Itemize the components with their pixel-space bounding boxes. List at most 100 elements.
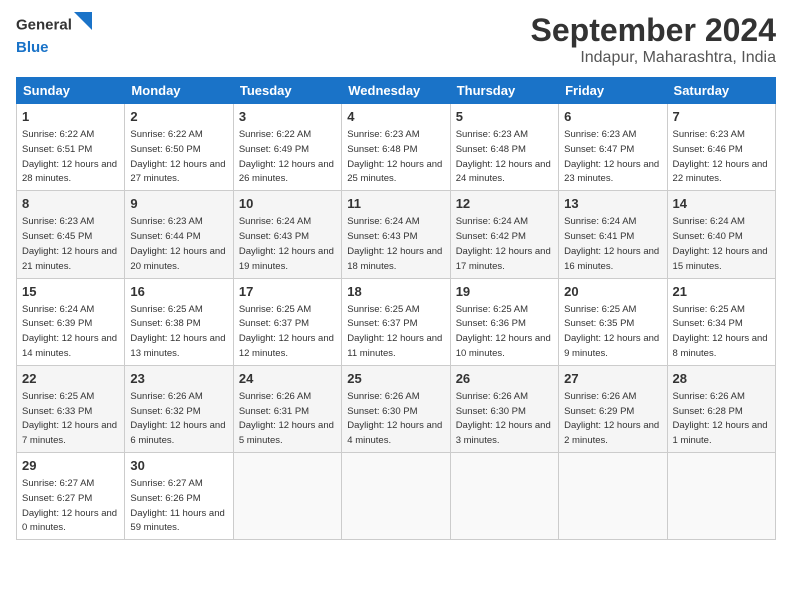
day-info: Sunrise: 6:25 AMSunset: 6:33 PMDaylight:… (22, 391, 117, 446)
table-row: 24 Sunrise: 6:26 AMSunset: 6:31 PMDaylig… (233, 365, 341, 452)
day-number: 9 (130, 195, 227, 213)
day-number: 14 (673, 195, 770, 213)
calendar-row: 1 Sunrise: 6:22 AMSunset: 6:51 PMDayligh… (17, 104, 776, 191)
day-number: 16 (130, 283, 227, 301)
day-number: 20 (564, 283, 661, 301)
day-info: Sunrise: 6:24 AMSunset: 6:39 PMDaylight:… (22, 304, 117, 359)
table-row: 30 Sunrise: 6:27 AMSunset: 6:26 PMDaylig… (125, 453, 233, 540)
day-info: Sunrise: 6:27 AMSunset: 6:26 PMDaylight:… (130, 478, 224, 533)
day-info: Sunrise: 6:26 AMSunset: 6:32 PMDaylight:… (130, 391, 225, 446)
table-row: 22 Sunrise: 6:25 AMSunset: 6:33 PMDaylig… (17, 365, 125, 452)
day-number: 23 (130, 370, 227, 388)
day-info: Sunrise: 6:23 AMSunset: 6:45 PMDaylight:… (22, 216, 117, 271)
day-info: Sunrise: 6:26 AMSunset: 6:31 PMDaylight:… (239, 391, 334, 446)
table-row: 29 Sunrise: 6:27 AMSunset: 6:27 PMDaylig… (17, 453, 125, 540)
day-info: Sunrise: 6:25 AMSunset: 6:37 PMDaylight:… (239, 304, 334, 359)
header-row: Sunday Monday Tuesday Wednesday Thursday… (17, 78, 776, 104)
day-number: 4 (347, 108, 444, 126)
table-row: 14 Sunrise: 6:24 AMSunset: 6:40 PMDaylig… (667, 191, 775, 278)
day-info: Sunrise: 6:22 AMSunset: 6:49 PMDaylight:… (239, 129, 334, 184)
day-number: 18 (347, 283, 444, 301)
day-number: 3 (239, 108, 336, 126)
day-number: 6 (564, 108, 661, 126)
calendar-row: 15 Sunrise: 6:24 AMSunset: 6:39 PMDaylig… (17, 278, 776, 365)
table-row: 9 Sunrise: 6:23 AMSunset: 6:44 PMDayligh… (125, 191, 233, 278)
table-row: 21 Sunrise: 6:25 AMSunset: 6:34 PMDaylig… (667, 278, 775, 365)
day-number: 13 (564, 195, 661, 213)
col-thursday: Thursday (450, 78, 558, 104)
day-number: 1 (22, 108, 119, 126)
day-info: Sunrise: 6:24 AMSunset: 6:43 PMDaylight:… (239, 216, 334, 271)
table-row: 15 Sunrise: 6:24 AMSunset: 6:39 PMDaylig… (17, 278, 125, 365)
calendar-row: 8 Sunrise: 6:23 AMSunset: 6:45 PMDayligh… (17, 191, 776, 278)
table-row (233, 453, 341, 540)
table-row: 7 Sunrise: 6:23 AMSunset: 6:46 PMDayligh… (667, 104, 775, 191)
table-row: 10 Sunrise: 6:24 AMSunset: 6:43 PMDaylig… (233, 191, 341, 278)
logo-mark: General Blue (16, 12, 92, 57)
header: General Blue September 2024 Indapur, Mah… (16, 12, 776, 67)
day-number: 7 (673, 108, 770, 126)
table-row: 16 Sunrise: 6:25 AMSunset: 6:38 PMDaylig… (125, 278, 233, 365)
day-number: 17 (239, 283, 336, 301)
col-tuesday: Tuesday (233, 78, 341, 104)
day-info: Sunrise: 6:23 AMSunset: 6:48 PMDaylight:… (347, 129, 442, 184)
col-saturday: Saturday (667, 78, 775, 104)
day-number: 19 (456, 283, 553, 301)
day-number: 27 (564, 370, 661, 388)
table-row: 3 Sunrise: 6:22 AMSunset: 6:49 PMDayligh… (233, 104, 341, 191)
day-number: 28 (673, 370, 770, 388)
table-row: 1 Sunrise: 6:22 AMSunset: 6:51 PMDayligh… (17, 104, 125, 191)
table-row: 12 Sunrise: 6:24 AMSunset: 6:42 PMDaylig… (450, 191, 558, 278)
day-info: Sunrise: 6:25 AMSunset: 6:34 PMDaylight:… (673, 304, 768, 359)
table-row: 26 Sunrise: 6:26 AMSunset: 6:30 PMDaylig… (450, 365, 558, 452)
day-info: Sunrise: 6:22 AMSunset: 6:50 PMDaylight:… (130, 129, 225, 184)
table-row: 13 Sunrise: 6:24 AMSunset: 6:41 PMDaylig… (559, 191, 667, 278)
day-number: 11 (347, 195, 444, 213)
table-row (559, 453, 667, 540)
col-friday: Friday (559, 78, 667, 104)
table-row: 18 Sunrise: 6:25 AMSunset: 6:37 PMDaylig… (342, 278, 450, 365)
main-container: General Blue September 2024 Indapur, Mah… (0, 0, 792, 552)
table-row (450, 453, 558, 540)
day-info: Sunrise: 6:24 AMSunset: 6:43 PMDaylight:… (347, 216, 442, 271)
table-row: 28 Sunrise: 6:26 AMSunset: 6:28 PMDaylig… (667, 365, 775, 452)
calendar-table: Sunday Monday Tuesday Wednesday Thursday… (16, 77, 776, 540)
day-info: Sunrise: 6:23 AMSunset: 6:48 PMDaylight:… (456, 129, 551, 184)
col-sunday: Sunday (17, 78, 125, 104)
logo-icon (74, 12, 92, 39)
day-number: 22 (22, 370, 119, 388)
calendar-row: 29 Sunrise: 6:27 AMSunset: 6:27 PMDaylig… (17, 453, 776, 540)
day-info: Sunrise: 6:24 AMSunset: 6:40 PMDaylight:… (673, 216, 768, 271)
table-row: 17 Sunrise: 6:25 AMSunset: 6:37 PMDaylig… (233, 278, 341, 365)
day-number: 29 (22, 457, 119, 475)
day-info: Sunrise: 6:26 AMSunset: 6:28 PMDaylight:… (673, 391, 768, 446)
day-number: 2 (130, 108, 227, 126)
table-row (667, 453, 775, 540)
day-info: Sunrise: 6:26 AMSunset: 6:30 PMDaylight:… (347, 391, 442, 446)
table-row: 8 Sunrise: 6:23 AMSunset: 6:45 PMDayligh… (17, 191, 125, 278)
day-info: Sunrise: 6:23 AMSunset: 6:47 PMDaylight:… (564, 129, 659, 184)
day-number: 10 (239, 195, 336, 213)
day-number: 26 (456, 370, 553, 388)
day-info: Sunrise: 6:25 AMSunset: 6:36 PMDaylight:… (456, 304, 551, 359)
day-info: Sunrise: 6:23 AMSunset: 6:46 PMDaylight:… (673, 129, 768, 184)
table-row: 25 Sunrise: 6:26 AMSunset: 6:30 PMDaylig… (342, 365, 450, 452)
day-info: Sunrise: 6:24 AMSunset: 6:41 PMDaylight:… (564, 216, 659, 271)
day-info: Sunrise: 6:25 AMSunset: 6:37 PMDaylight:… (347, 304, 442, 359)
day-number: 30 (130, 457, 227, 475)
table-row: 20 Sunrise: 6:25 AMSunset: 6:35 PMDaylig… (559, 278, 667, 365)
col-monday: Monday (125, 78, 233, 104)
day-number: 5 (456, 108, 553, 126)
table-row: 6 Sunrise: 6:23 AMSunset: 6:47 PMDayligh… (559, 104, 667, 191)
day-info: Sunrise: 6:24 AMSunset: 6:42 PMDaylight:… (456, 216, 551, 271)
table-row (342, 453, 450, 540)
title-section: September 2024 Indapur, Maharashtra, Ind… (531, 12, 776, 67)
calendar-row: 22 Sunrise: 6:25 AMSunset: 6:33 PMDaylig… (17, 365, 776, 452)
table-row: 11 Sunrise: 6:24 AMSunset: 6:43 PMDaylig… (342, 191, 450, 278)
day-info: Sunrise: 6:22 AMSunset: 6:51 PMDaylight:… (22, 129, 117, 184)
day-info: Sunrise: 6:26 AMSunset: 6:29 PMDaylight:… (564, 391, 659, 446)
day-info: Sunrise: 6:25 AMSunset: 6:35 PMDaylight:… (564, 304, 659, 359)
day-number: 24 (239, 370, 336, 388)
day-number: 8 (22, 195, 119, 213)
day-info: Sunrise: 6:26 AMSunset: 6:30 PMDaylight:… (456, 391, 551, 446)
